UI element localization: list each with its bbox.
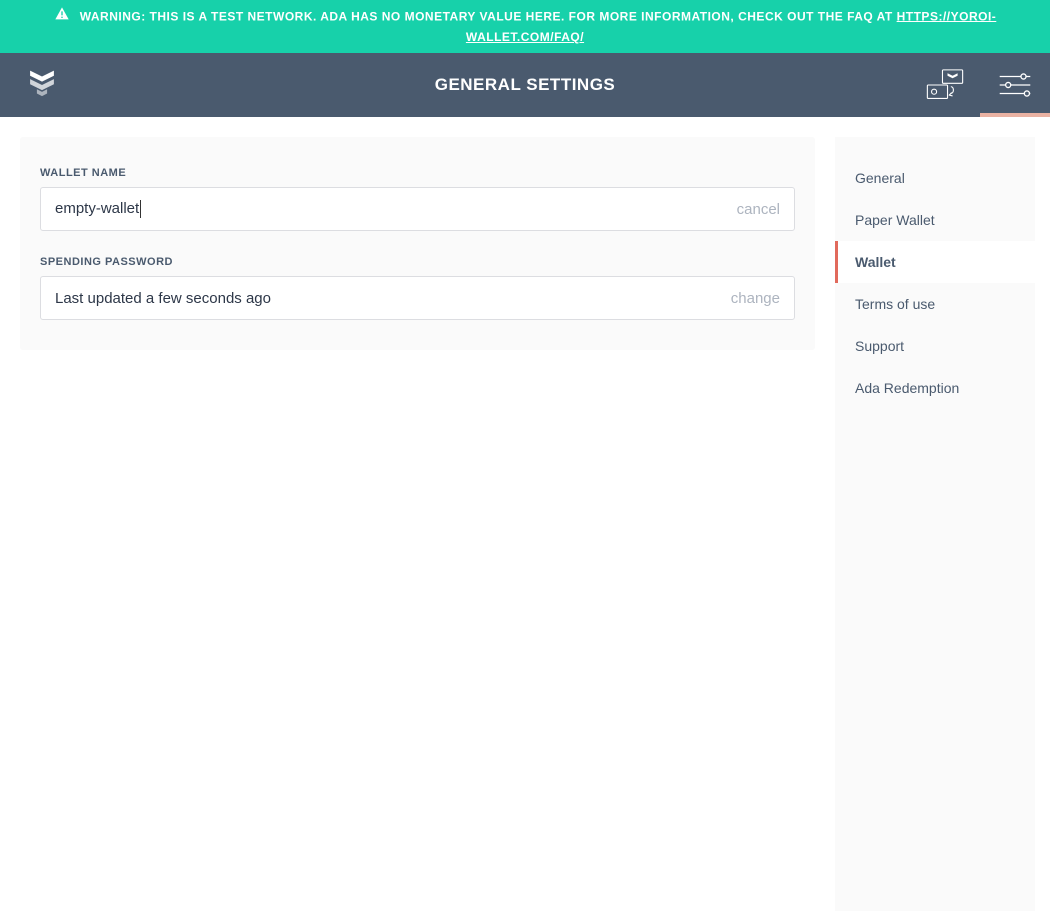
sidebar-item-wallet[interactable]: Wallet: [835, 241, 1035, 283]
sidebar-item-general[interactable]: General: [835, 157, 1035, 199]
header-actions: [910, 53, 1050, 117]
warning-icon: [54, 6, 70, 28]
header-bar: GENERAL SETTINGS: [0, 53, 1050, 117]
spending-password-label: SPENDING PASSWORD: [40, 256, 795, 268]
spending-password-status: Last updated a few seconds ago: [55, 290, 731, 307]
page-title: GENERAL SETTINGS: [0, 75, 1050, 95]
spending-password-row: Last updated a few seconds ago change: [40, 276, 795, 320]
wallet-name-group: WALLET NAME empty-wallet cancel: [40, 167, 795, 231]
text-caret-icon: [140, 200, 141, 218]
sidebar-item-label: General: [855, 170, 905, 186]
sidebar-item-label: Wallet: [855, 254, 896, 270]
wallet-name-input-row[interactable]: empty-wallet cancel: [40, 187, 795, 231]
wallet-name-label: WALLET NAME: [40, 167, 795, 179]
sidebar-item-ada-redemption[interactable]: Ada Redemption: [835, 367, 1035, 409]
wallet-name-input[interactable]: empty-wallet: [55, 200, 737, 218]
settings-panel: WALLET NAME empty-wallet cancel SPENDING…: [20, 137, 815, 350]
sidebar-item-label: Support: [855, 338, 904, 354]
sidebar-item-support[interactable]: Support: [835, 325, 1035, 367]
sidebar-item-label: Ada Redemption: [855, 380, 959, 396]
sidebar-item-label: Terms of use: [855, 296, 935, 312]
spending-password-group: SPENDING PASSWORD Last updated a few sec…: [40, 256, 795, 320]
settings-icon[interactable]: [980, 53, 1050, 117]
sidebar-item-terms-of-use[interactable]: Terms of use: [835, 283, 1035, 325]
sidebar-item-paper-wallet[interactable]: Paper Wallet: [835, 199, 1035, 241]
body-wrap: WALLET NAME empty-wallet cancel SPENDING…: [0, 117, 1050, 891]
warning-text: WARNING: THIS IS A TEST NETWORK. ADA HAS…: [80, 9, 897, 23]
sidebar-item-label: Paper Wallet: [855, 212, 935, 228]
main-content: WALLET NAME empty-wallet cancel SPENDING…: [0, 117, 835, 891]
wallet-name-cancel[interactable]: cancel: [737, 201, 780, 218]
spending-password-change[interactable]: change: [731, 290, 780, 307]
warning-banner: WARNING: THIS IS A TEST NETWORK. ADA HAS…: [0, 0, 1050, 53]
settings-sidebar: General Paper Wallet Wallet Terms of use…: [835, 137, 1035, 911]
wallets-transfer-icon[interactable]: [910, 53, 980, 117]
app-logo-icon[interactable]: [25, 66, 59, 105]
